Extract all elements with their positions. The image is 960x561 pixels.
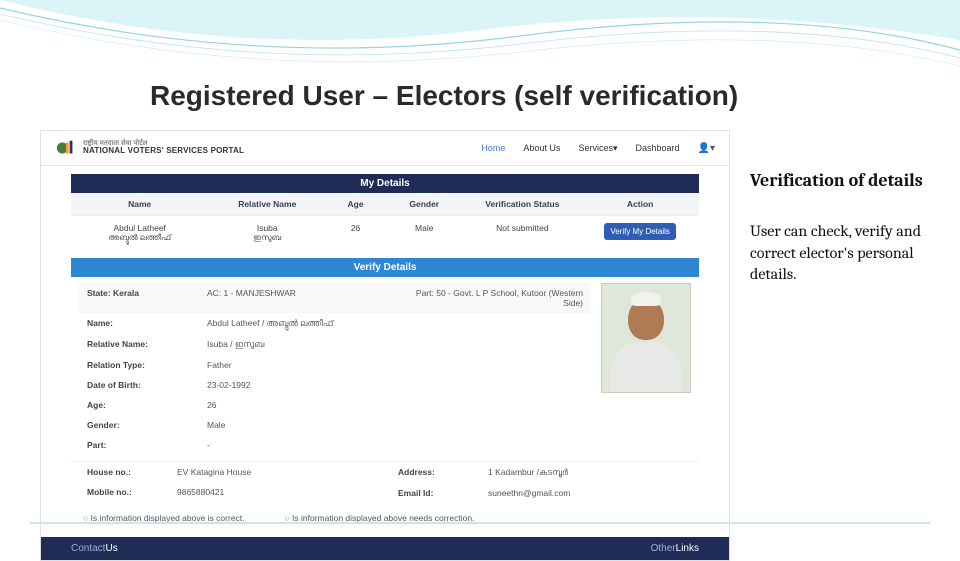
verify-details-panel: Verify Details State: Kerala AC: 1 - MAN… (71, 258, 699, 529)
partno-label: Part: (87, 440, 207, 450)
cell-name: Abdul Latheef അബ്ദുൽ ലത്തീഫ് (71, 215, 208, 250)
state-label: State: Kerala (87, 288, 207, 308)
app-nav: Home About Us Services▾ Dashboard (481, 143, 679, 154)
eci-logo-icon (55, 137, 77, 159)
address-value: 1 Kadambur /കടമ്പൂർ (488, 467, 683, 478)
mobile-label: Mobile no.: (87, 487, 177, 497)
correction-radios: Is information displayed above is correc… (71, 507, 699, 529)
app-footer: ContactUs OtherLinks (41, 537, 729, 560)
part-value: Part: 50 - Govt. L P School, Kutoor (Wes… (395, 288, 583, 308)
col-action: Action (581, 193, 699, 215)
my-details-title: My Details (71, 174, 699, 193)
cell-age: 26 (326, 215, 385, 250)
nav-home[interactable]: Home (481, 143, 505, 154)
gender-value: Male (207, 420, 583, 430)
name-label: Name: (87, 318, 207, 329)
cell-status: Not submitted (464, 215, 582, 250)
mobile-value: 9865880421 (177, 487, 372, 497)
chevron-down-icon: ▾ (710, 143, 715, 154)
decorative-underline (30, 522, 930, 524)
dob-label: Date of Birth: (87, 380, 207, 390)
age-value: 26 (207, 400, 583, 410)
col-gender: Gender (385, 193, 464, 215)
app-brand: राष्ट्रीय मतदाता सेवा पोर्टल NATIONAL VO… (55, 137, 244, 159)
footer-contact[interactable]: ContactUs (71, 543, 118, 554)
col-relname: Relative Name (208, 193, 326, 215)
decorative-wave (0, 0, 960, 80)
age-label: Age: (87, 400, 207, 410)
cell-relname: Isuba ഇസുബ (208, 215, 326, 250)
elector-photo (601, 283, 691, 393)
side-text: Verification of details User can check, … (750, 130, 940, 561)
verify-my-details-button[interactable]: Verify My Details (604, 223, 676, 240)
side-heading: Verification of details (750, 170, 940, 191)
partno-value: - (207, 440, 583, 450)
reltype-value: Father (207, 360, 583, 370)
verify-details-title: Verify Details (71, 258, 699, 277)
footer-other-links[interactable]: OtherLinks (651, 543, 699, 554)
user-menu[interactable]: 👤▾ (698, 143, 715, 154)
email-label: Email Id: (398, 488, 488, 498)
ac-value: AC: 1 - MANJESHWAR (207, 288, 395, 308)
relname-value: Isuba / ഇസുബ (207, 339, 583, 350)
col-name: Name (71, 193, 208, 215)
name-value: Abdul Latheef / അബ്ദുൽ ലത്തീഫ് (207, 318, 583, 329)
my-details-panel: My Details Name Relative Name Age Gender… (71, 174, 699, 250)
reltype-label: Relation Type: (87, 360, 207, 370)
relname-label: Relative Name: (87, 339, 207, 350)
cell-gender: Male (385, 215, 464, 250)
nav-dashboard[interactable]: Dashboard (635, 143, 679, 154)
slide-title: Registered User – Electors (self verific… (150, 80, 738, 112)
nav-services[interactable]: Services▾ (578, 143, 617, 154)
dob-value: 23-02-1992 (207, 380, 583, 390)
email-value: suneethn@gmail.com (488, 488, 683, 498)
app-header: राष्ट्रीय मतदाता सेवा पोर्टल NATIONAL VO… (41, 131, 729, 166)
my-details-table: Name Relative Name Age Gender Verificati… (71, 193, 699, 250)
app-screenshot: राष्ट्रीय मतदाता सेवा पोर्टल NATIONAL VO… (40, 130, 730, 561)
cell-action: Verify My Details (581, 215, 699, 250)
side-body: User can check, verify and correct elect… (750, 221, 940, 286)
user-icon: 👤 (698, 143, 710, 154)
col-age: Age (326, 193, 385, 215)
chevron-down-icon: ▾ (613, 143, 618, 153)
house-label: House no.: (87, 467, 177, 477)
col-status: Verification Status (464, 193, 582, 215)
brand-line2: NATIONAL VOTERS' SERVICES PORTAL (83, 147, 244, 156)
nav-about[interactable]: About Us (523, 143, 560, 154)
gender-label: Gender: (87, 420, 207, 430)
house-value: EV Katagina House (177, 467, 372, 477)
address-label: Address: (398, 467, 488, 478)
